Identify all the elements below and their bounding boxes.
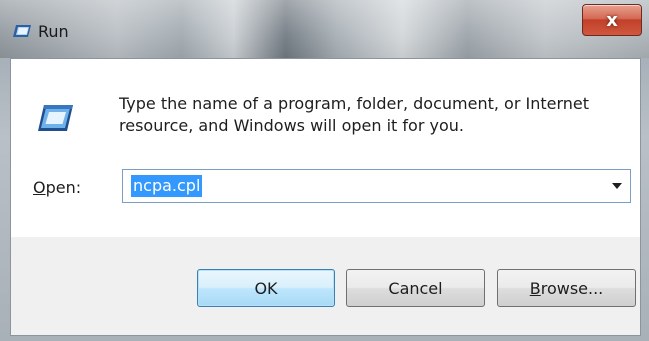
run-icon: [35, 101, 75, 137]
browse-button-label: Browse...: [529, 278, 604, 298]
chevron-down-icon[interactable]: [612, 183, 622, 189]
run-icon: [12, 24, 32, 40]
close-button[interactable]: x: [582, 4, 642, 36]
run-dialog-window: Run x Type the name of a program, folder…: [0, 0, 649, 341]
window-title: Run: [38, 22, 69, 41]
close-icon: x: [606, 9, 618, 31]
browse-button[interactable]: Browse...: [497, 269, 636, 307]
description-line-1: Type the name of a program, folder, docu…: [119, 94, 590, 113]
ok-button[interactable]: OK: [197, 269, 335, 307]
description-line-2: resource, and Windows will open it for y…: [119, 116, 464, 135]
open-combobox[interactable]: ncpa.cpl: [122, 169, 631, 203]
cancel-button[interactable]: Cancel: [346, 269, 485, 307]
title-bar[interactable]: Run x: [0, 0, 649, 58]
dialog-body: Type the name of a program, folder, docu…: [10, 58, 641, 336]
dialog-description: Type the name of a program, folder, docu…: [119, 93, 629, 137]
cancel-button-label: Cancel: [388, 278, 443, 298]
open-label: Open:: [33, 178, 82, 197]
ok-button-label: OK: [254, 278, 278, 298]
open-input-text[interactable]: ncpa.cpl: [131, 175, 203, 197]
